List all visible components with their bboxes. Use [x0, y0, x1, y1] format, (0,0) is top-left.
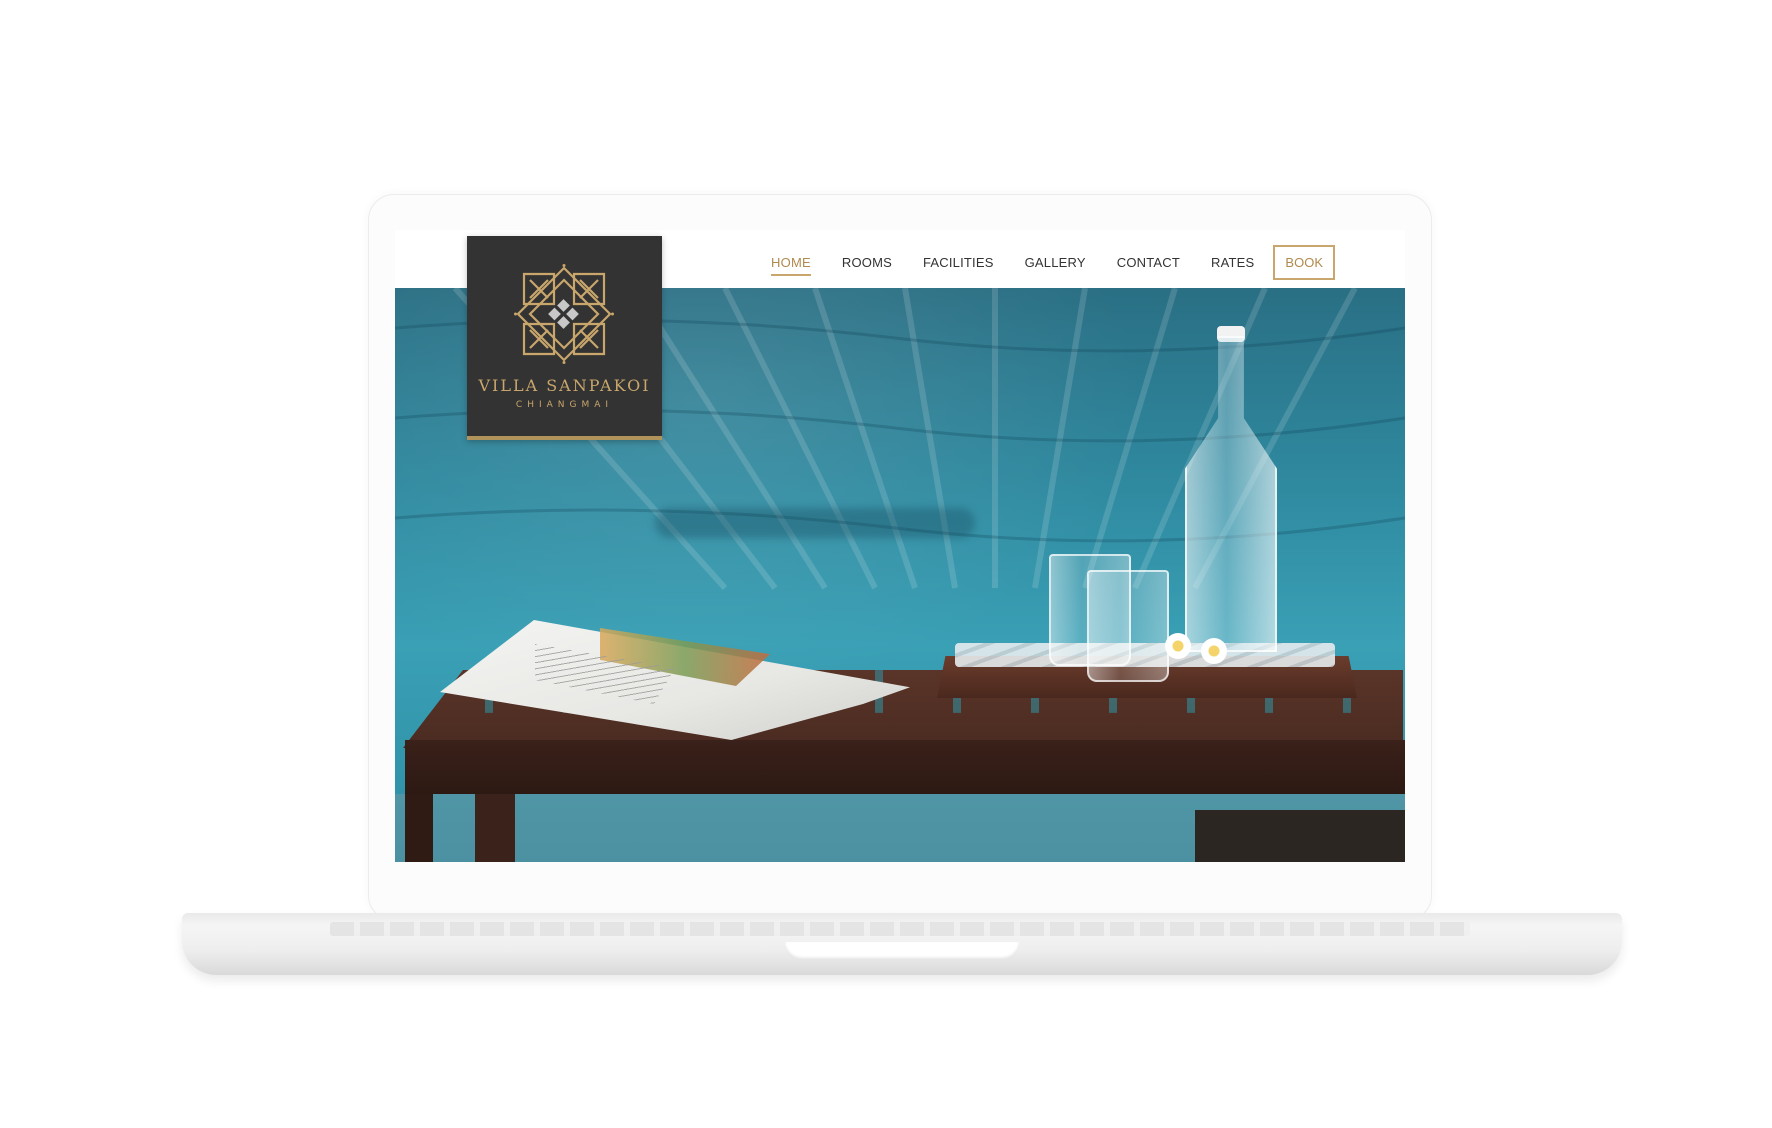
- book-button[interactable]: BOOK: [1273, 245, 1335, 280]
- pool-reflection: [655, 508, 975, 538]
- nav-rates[interactable]: RATES: [1211, 249, 1254, 276]
- logo-name: VILLA SANPAKOI: [478, 376, 651, 395]
- side-stool: [1195, 810, 1405, 862]
- table-leg: [475, 794, 515, 862]
- drinking-glass: [1087, 570, 1169, 682]
- laptop-notch: [784, 942, 1020, 960]
- frangipani-flower: [1165, 633, 1191, 659]
- wooden-table-apron: [405, 740, 1405, 794]
- nav-facilities[interactable]: FACILITIES: [923, 249, 994, 276]
- logo[interactable]: VILLA SANPAKOI CHIANGMAI: [467, 236, 662, 440]
- table-leg: [405, 794, 433, 862]
- main-nav: HOME ROOMS FACILITIES GALLERY CONTACT RA…: [771, 245, 1335, 280]
- nav-rooms[interactable]: ROOMS: [842, 249, 892, 276]
- nav-contact[interactable]: CONTACT: [1117, 249, 1180, 276]
- nav-home[interactable]: HOME: [771, 249, 811, 276]
- logo-mark-icon: [514, 264, 614, 364]
- laptop-keyboard-edge: [330, 922, 1470, 936]
- logo-subtitle: CHIANGMAI: [515, 400, 614, 410]
- nav-gallery[interactable]: GALLERY: [1025, 249, 1086, 276]
- frangipani-flower: [1201, 638, 1227, 664]
- website-screen: HOME ROOMS FACILITIES GALLERY CONTACT RA…: [395, 230, 1405, 862]
